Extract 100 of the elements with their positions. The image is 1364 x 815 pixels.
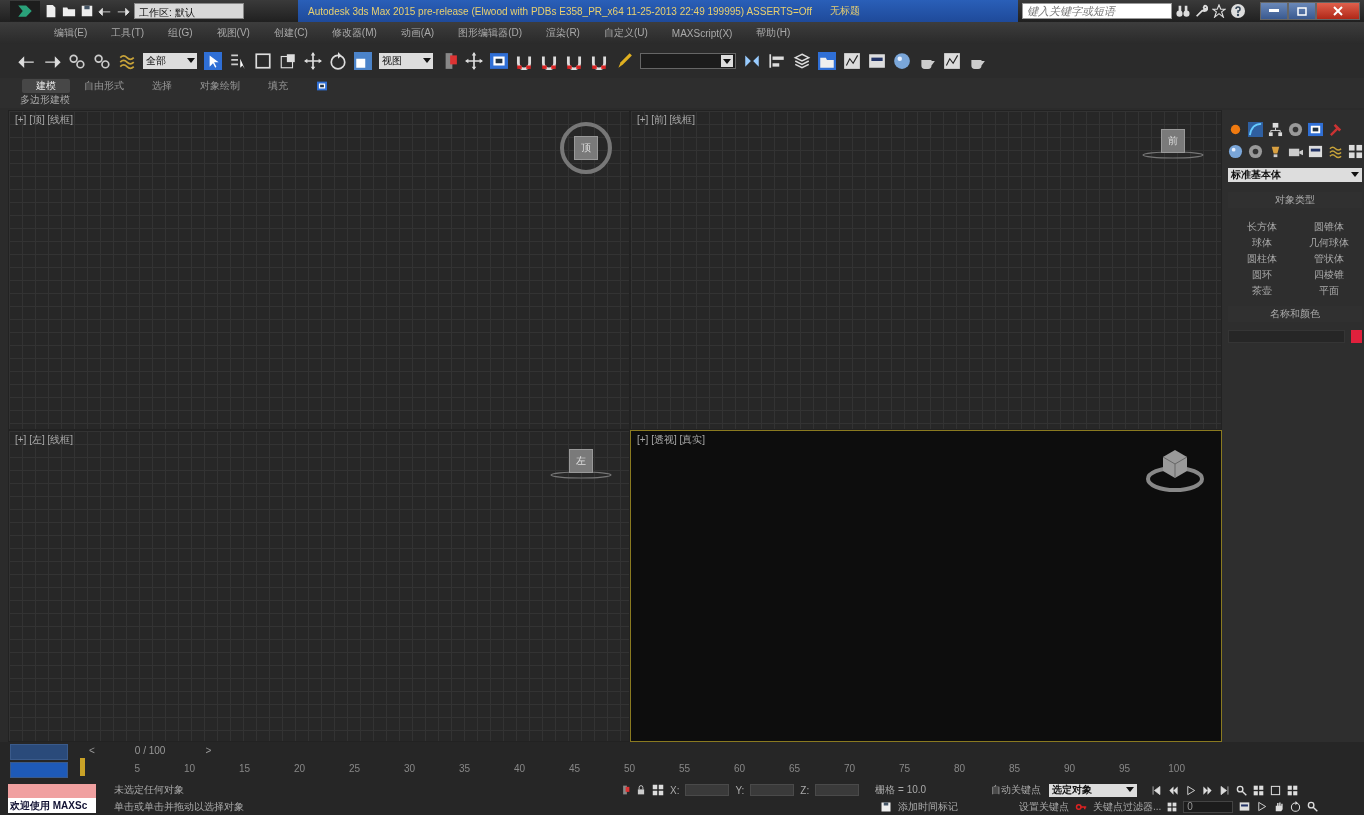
save-icon[interactable]	[80, 4, 94, 18]
lock-icon[interactable]	[636, 784, 646, 796]
app-menu-button[interactable]	[10, 1, 40, 21]
go-to-start-icon[interactable]	[1151, 784, 1163, 796]
rotate-icon[interactable]	[329, 52, 347, 70]
window-crossing-icon[interactable]	[279, 52, 297, 70]
help-icon[interactable]	[1230, 3, 1246, 19]
menu-item[interactable]: 视图(V)	[204, 26, 262, 40]
select-by-name-icon[interactable]	[229, 52, 247, 70]
ribbon-tab[interactable]: 自由形式	[70, 78, 138, 93]
viewport-label[interactable]: [+] [顶] [线框]	[15, 113, 74, 127]
time-tag-icon[interactable]	[880, 800, 892, 813]
utilities-panel-icon[interactable]	[1328, 121, 1343, 137]
coordinate-field[interactable]	[685, 784, 730, 796]
isolate-icon[interactable]	[620, 784, 630, 796]
menu-item[interactable]: 渲染(R)	[534, 26, 592, 40]
coordinate-field[interactable]	[815, 784, 860, 796]
view-cube-ring[interactable]	[549, 471, 613, 479]
named-selection-dropdown[interactable]	[640, 53, 736, 69]
material-editor-icon[interactable]	[893, 52, 911, 70]
object-type-button[interactable]: 长方体	[1232, 220, 1291, 234]
menu-item[interactable]: 修改器(M)	[319, 26, 389, 40]
edit-selection-icon[interactable]	[615, 52, 633, 70]
menu-item[interactable]: 动画(A)	[388, 26, 447, 40]
maxscript-listener-field[interactable]	[8, 784, 96, 798]
object-type-button[interactable]: 圆锥体	[1299, 220, 1358, 234]
object-type-button[interactable]: 圆环	[1232, 268, 1291, 282]
view-cube-ring[interactable]	[1141, 151, 1205, 159]
frame-field[interactable]: 0	[1183, 800, 1234, 813]
viewport-label[interactable]: [+] [前] [线框]	[637, 113, 696, 127]
selection-filter-dropdown[interactable]: 全部	[143, 53, 197, 69]
ribbon-tab[interactable]: 填充	[254, 78, 302, 93]
hand-icon[interactable]	[1273, 801, 1285, 812]
menu-item[interactable]: 图形编辑器(D)	[446, 26, 535, 40]
ribbon-options-icon[interactable]	[316, 80, 328, 91]
menu-item[interactable]: 帮助(H)	[744, 26, 803, 40]
object-type-button[interactable]: 几何球体	[1299, 236, 1358, 250]
object-type-button[interactable]: 圆柱体	[1232, 252, 1291, 266]
ribbon-tab[interactable]: 对象绘制	[186, 78, 254, 93]
render-frame-icon[interactable]	[943, 52, 961, 70]
time-marker[interactable]	[80, 758, 85, 776]
zoom-icon[interactable]	[1307, 801, 1319, 812]
selection-region-icon[interactable]	[254, 52, 272, 70]
close-button[interactable]	[1316, 2, 1360, 20]
menu-item[interactable]: 工具(T)	[99, 26, 157, 40]
link-icon[interactable]	[68, 52, 86, 70]
ribbon-tab[interactable]: 选择	[138, 78, 186, 93]
geometry-icon[interactable]	[1228, 143, 1243, 159]
new-file-icon[interactable]	[44, 4, 58, 18]
object-type-button[interactable]: 茶壶	[1232, 284, 1291, 298]
viewport-label[interactable]: [+] [左] [线框]	[15, 433, 74, 447]
menu-item[interactable]: 编辑(E)	[42, 26, 100, 40]
view-cube[interactable]: 左	[569, 449, 593, 473]
view-cube-ring[interactable]	[559, 121, 613, 175]
scale-icon[interactable]	[354, 52, 372, 70]
coordinate-field[interactable]	[750, 784, 795, 796]
object-type-button[interactable]: 球体	[1232, 236, 1291, 250]
search-field[interactable]: 键入关键字或短语	[1022, 3, 1172, 19]
select-icon[interactable]	[204, 52, 222, 70]
play-icon[interactable]	[1185, 784, 1197, 796]
orbit-icon[interactable]	[1290, 801, 1302, 812]
move-icon[interactable]	[304, 52, 322, 70]
go-to-end-icon[interactable]	[1219, 784, 1231, 796]
view-cube[interactable]: 顶	[574, 136, 598, 160]
align-icon[interactable]	[768, 52, 786, 70]
minimize-button[interactable]	[1260, 2, 1288, 20]
object-type-button[interactable]: 平面	[1299, 284, 1358, 298]
menu-item[interactable]: 自定义(U)	[591, 26, 660, 40]
auto-key-button[interactable]: 自动关键点	[991, 783, 1044, 797]
binoculars-icon[interactable]	[1176, 4, 1190, 18]
motion-panel-icon[interactable]	[1288, 121, 1303, 137]
view-cube[interactable]: 前	[1161, 129, 1185, 153]
ribbon-tab[interactable]: 建模	[22, 78, 70, 93]
key-filters-button[interactable]: 关键点过滤器...	[1093, 799, 1162, 814]
curve-editor-icon[interactable]	[843, 52, 861, 70]
unlink-icon[interactable]	[93, 52, 111, 70]
menu-item[interactable]: 创建(C)	[261, 26, 320, 40]
menu-item[interactable]: 组(G)	[156, 26, 205, 40]
display-panel-icon[interactable]	[1308, 121, 1323, 137]
workspace-dropdown[interactable]: 工作区: 默认	[134, 3, 244, 19]
viewport-label[interactable]: [+] [透视] [真实]	[637, 433, 706, 447]
object-type-button[interactable]: 管状体	[1299, 252, 1358, 266]
bind-icon[interactable]	[118, 52, 136, 70]
set-key-button[interactable]: 设置关键点	[1019, 799, 1069, 814]
scene-explorer-icon[interactable]	[818, 52, 836, 70]
next-frame-icon[interactable]	[1202, 784, 1214, 796]
key-mode-dropdown[interactable]: 选定对象	[1049, 783, 1138, 797]
maxscript-listener-label[interactable]: 欢迎使用 MAXSc	[8, 798, 96, 813]
time-tag-button[interactable]: 添加时间标记	[898, 799, 1013, 814]
maximize-viewport-icon[interactable]	[1270, 784, 1282, 796]
wrench-icon[interactable]	[1194, 4, 1208, 18]
shapes-icon[interactable]	[1248, 143, 1263, 159]
previous-frame-icon[interactable]	[1168, 784, 1180, 796]
star-icon[interactable]	[1212, 4, 1226, 18]
modify-panel-icon[interactable]	[1248, 121, 1263, 137]
systems-icon[interactable]	[1348, 143, 1363, 159]
helpers-icon[interactable]	[1308, 143, 1323, 159]
object-color-swatch[interactable]	[1351, 330, 1362, 343]
category-dropdown[interactable]: 标准基本体	[1228, 168, 1362, 182]
object-type-button[interactable]: 四棱锥	[1299, 268, 1358, 282]
